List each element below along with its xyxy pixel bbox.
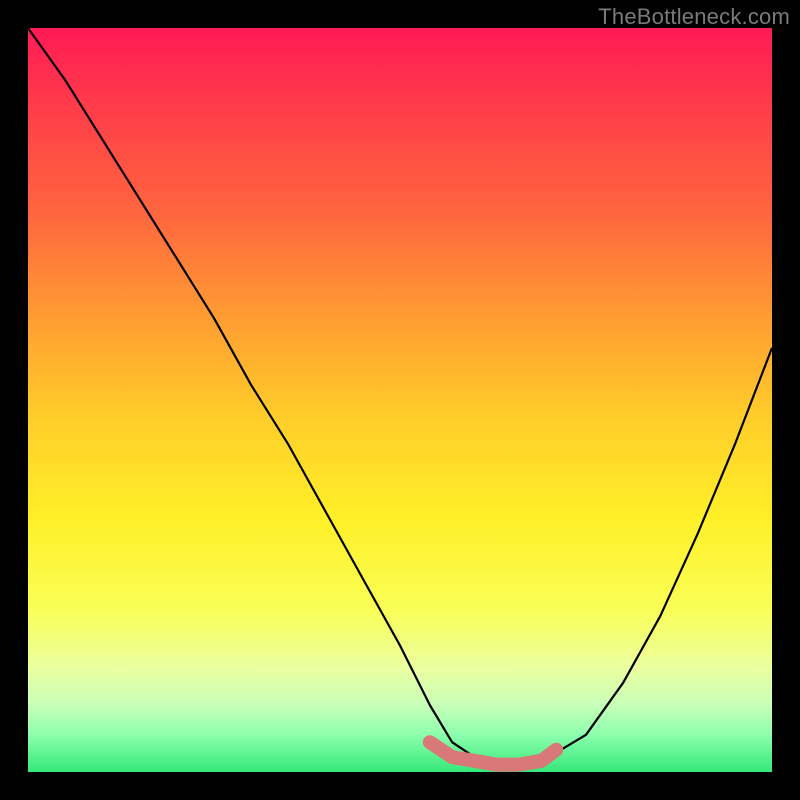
bottleneck-curve (28, 28, 772, 765)
chart-frame: TheBottleneck.com (0, 0, 800, 800)
watermark-text: TheBottleneck.com (598, 4, 790, 30)
plot-area (28, 28, 772, 772)
chart-svg (28, 28, 772, 772)
optimal-band-marker (430, 742, 556, 764)
